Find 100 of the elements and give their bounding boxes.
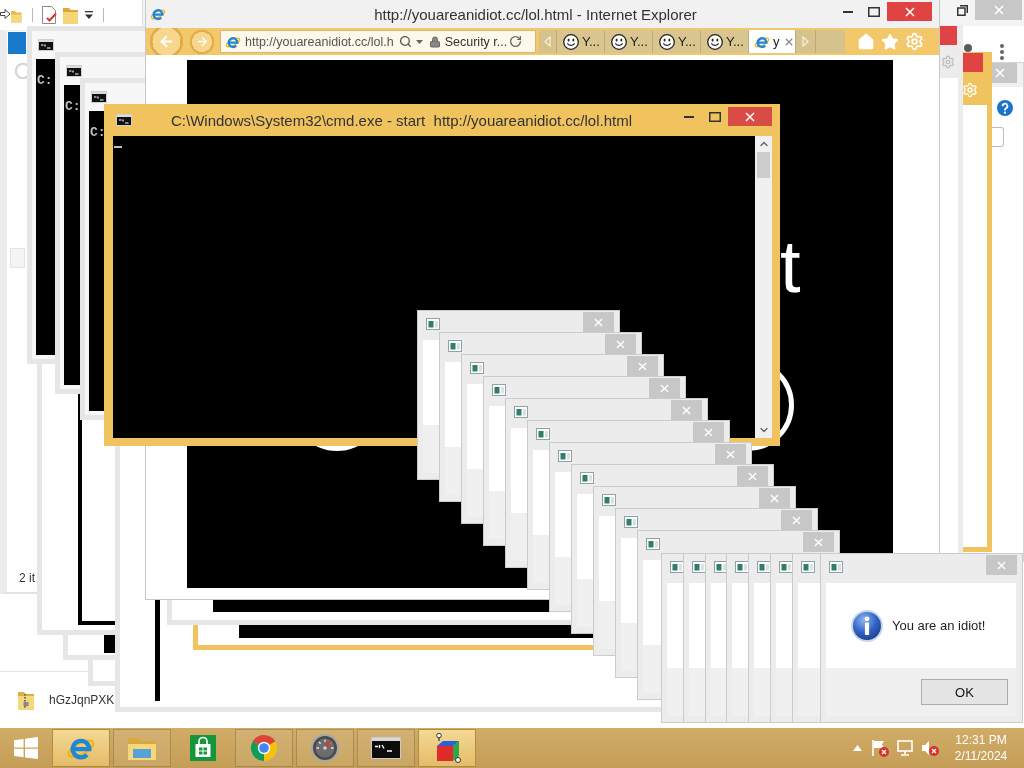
close-button[interactable] [627,356,658,376]
folder-icon [127,735,157,761]
address-bar[interactable]: http://youareanidiot.cc/lol.h Security r... [220,30,536,53]
document-check-icon[interactable] [42,6,57,24]
close-button[interactable] [693,422,724,442]
close-button[interactable] [649,378,680,398]
app-window-icon [829,561,843,573]
minimize-icon [843,10,853,13]
scroll-right-icon[interactable] [802,36,809,47]
close-button[interactable] [803,532,834,552]
settings-icon[interactable] [941,55,955,69]
network-icon[interactable] [897,740,913,756]
smiley-icon [659,33,675,50]
lock-icon [428,35,441,48]
text-cursor [114,146,122,148]
close-icon [616,339,625,349]
scroll-left-icon[interactable] [544,36,551,47]
back-button[interactable] [15,63,27,79]
tab[interactable]: Y... [653,30,701,53]
profile-circle-icon[interactable] [964,44,972,52]
maximize-icon [709,111,721,122]
close-icon [748,471,757,481]
folder-icon[interactable] [63,6,78,24]
close-icon [704,427,713,437]
refresh-button[interactable] [509,35,523,48]
refresh-icon [509,35,523,48]
more-menu-icon[interactable] [1000,44,1004,60]
search-button[interactable] [398,35,412,48]
console-icon [116,114,132,126]
help-icon[interactable] [997,100,1013,116]
app-window-icon [646,538,660,550]
close-icon [682,405,691,415]
dropdown-caret-icon[interactable] [85,11,93,19]
close-button[interactable] [781,510,812,530]
minimize-icon [684,115,694,118]
app-window-icon [624,516,638,528]
status-text: 2 it [19,571,35,585]
app-window-icon [602,494,616,506]
console-icon [38,39,54,51]
dropdown-button[interactable] [415,39,423,44]
close-button[interactable] [737,466,768,486]
prompt-text: C: [65,99,81,114]
scrollbar[interactable] [755,136,772,438]
app-window-icon [757,561,771,573]
caret-down-icon [415,39,423,44]
flag-icon[interactable] [871,739,889,757]
input-field[interactable] [992,127,1004,147]
info-icon [851,609,883,642]
app-window-icon [448,340,462,352]
tab[interactable]: Y... [701,30,749,53]
close-icon [997,560,1006,570]
gauge-icon [311,734,339,762]
close-icon [660,383,669,393]
shopping-bag-icon [190,735,216,761]
address-field[interactable]: http://youareanidiot.cc/lol.h [245,34,394,49]
home-icon[interactable] [857,32,875,51]
prompt-text: C: [90,125,106,140]
tab[interactable]: Y... [605,30,653,53]
zip-folder-icon [18,690,34,710]
ok-button[interactable]: OK [921,679,1008,705]
tab[interactable]: Y... [557,30,605,53]
back-button[interactable] [148,28,185,55]
close-button[interactable] [715,444,746,464]
security-report-button[interactable]: Security r... [428,34,508,49]
close-button[interactable] [583,312,614,332]
close-icon [594,317,603,327]
volume-muted-icon[interactable] [921,740,939,756]
window-title: http://youareanidiot.cc/lol.html - Internet Explorer [374,5,697,23]
close-button[interactable] [986,555,1017,575]
caret-up-icon[interactable] [853,745,862,751]
app-window-icon [670,561,684,573]
message-text: You are an idiot! [892,618,986,633]
file-item[interactable]: hGzJqnPXK [18,690,115,710]
close-button[interactable] [759,488,790,508]
smiley-icon [707,33,723,50]
close-button[interactable] [671,400,702,420]
star-icon[interactable] [881,32,899,51]
close-icon [904,6,915,17]
app-window-icon [735,561,749,573]
tab[interactable]: y [749,30,796,53]
folder-arrow-icon[interactable] [0,7,22,23]
scroll-button[interactable] [10,248,25,268]
prompt-text: C: [37,73,53,88]
smiley-icon [611,33,627,50]
console-icon [371,737,401,759]
forward-button[interactable] [189,28,215,55]
maximize-icon [868,6,880,17]
search-icon [398,35,412,48]
close-icon [638,361,647,371]
page-heading: t [780,230,801,304]
scrollbar-thumb[interactable] [757,152,770,178]
restore-icon [956,4,968,16]
app-window-icon [580,472,594,484]
console-icon [91,91,107,103]
round-browser-logo-icon [250,734,278,762]
close-button[interactable] [605,334,636,354]
close-icon [745,111,755,122]
app-window-icon [492,384,506,396]
windows-logo-icon [14,737,38,759]
close-icon [792,515,801,525]
